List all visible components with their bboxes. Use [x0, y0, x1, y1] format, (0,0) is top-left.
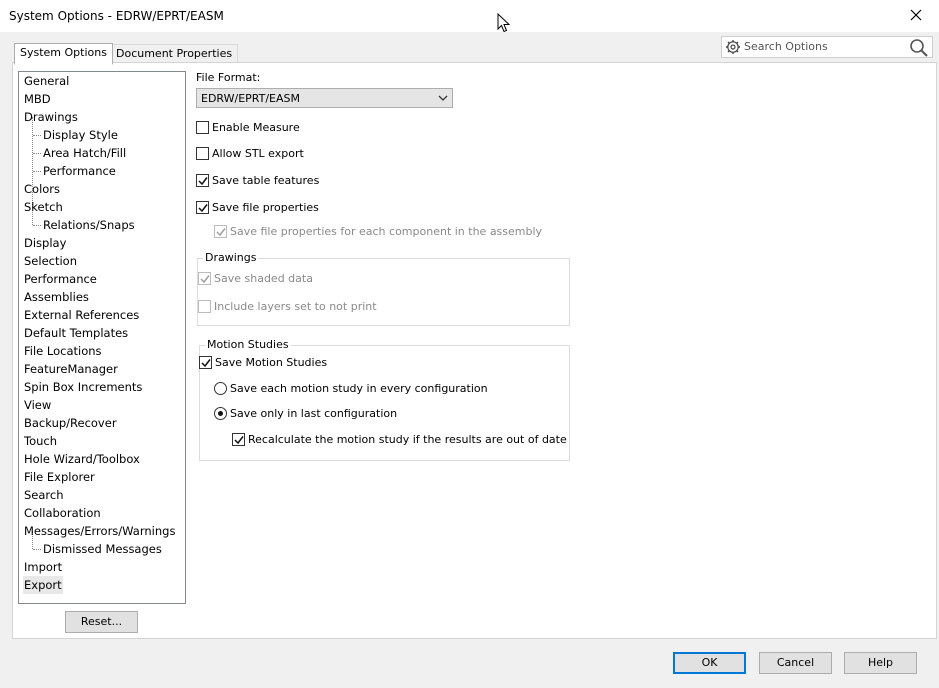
tree-item-display[interactable]: Display	[23, 234, 67, 252]
search-box[interactable]: Search Options	[721, 36, 933, 58]
tree-item-relations-snaps[interactable]: Relations/Snaps	[42, 216, 136, 234]
tree-item-area-hatch-fill[interactable]: Area Hatch/Fill	[42, 144, 127, 162]
title-bar: System Options - EDRW/EPRT/EASM	[0, 0, 939, 32]
tree-item-colors[interactable]: Colors	[23, 180, 61, 198]
save-each-config-label: Save each motion study in every configur…	[230, 382, 488, 395]
allow-stl-checkbox[interactable]	[196, 147, 209, 160]
tree-connector	[33, 135, 41, 136]
chevron-down-icon	[438, 95, 448, 101]
recalculate-checkbox[interactable]	[232, 433, 245, 446]
checkmark-icon	[200, 275, 210, 284]
tab-document-properties[interactable]: Document Properties	[110, 44, 239, 64]
tree-item-featuremanager[interactable]: FeatureManager	[23, 360, 119, 378]
save-file-properties-each-checkbox	[214, 225, 227, 238]
mouse-cursor-icon	[497, 13, 511, 33]
help-button[interactable]: Help	[844, 652, 917, 674]
tree-item-display-style[interactable]: Display Style	[42, 126, 119, 144]
search-icon[interactable]	[909, 38, 929, 58]
tree-item-collaboration[interactable]: Collaboration	[23, 504, 102, 522]
enable-measure-checkbox[interactable]	[196, 121, 209, 134]
save-shaded-data-label: Save shaded data	[214, 272, 313, 285]
close-button[interactable]	[893, 0, 939, 32]
save-table-features-checkbox[interactable]	[196, 174, 209, 187]
gear-icon	[726, 40, 740, 54]
tree-item-assemblies[interactable]: Assemblies	[23, 288, 90, 306]
tree-item-file-explorer[interactable]: File Explorer	[23, 468, 96, 486]
search-input[interactable]: Search Options	[744, 40, 828, 53]
save-shaded-data-checkbox	[198, 272, 211, 285]
drawings-group	[197, 258, 570, 326]
tree-item-mbd[interactable]: MBD	[23, 90, 52, 108]
cancel-button[interactable]: Cancel	[759, 652, 832, 674]
tree-item-view[interactable]: View	[23, 396, 52, 414]
tree-connector	[33, 171, 41, 172]
drawings-group-title: Drawings	[203, 251, 259, 264]
window-title: System Options - EDRW/EPRT/EASM	[9, 9, 224, 23]
tree-item-dismissed-messages[interactable]: Dismissed Messages	[42, 540, 163, 558]
checkmark-icon	[234, 436, 244, 445]
tree-connector	[33, 225, 41, 226]
tab-system-options[interactable]: System Options	[14, 43, 113, 65]
tree-item-spin-box-increments[interactable]: Spin Box Increments	[23, 378, 143, 396]
radio-dot	[218, 411, 223, 416]
tree-item-search[interactable]: Search	[23, 486, 65, 504]
file-format-label: File Format:	[196, 71, 261, 84]
reset-button[interactable]: Reset...	[65, 611, 138, 633]
tree-item-general[interactable]: General	[23, 72, 70, 90]
file-format-value: EDRW/EPRT/EASM	[201, 92, 300, 105]
tree-item-export[interactable]: Export	[23, 576, 63, 594]
tree-item-selection[interactable]: Selection	[23, 252, 78, 270]
tree-item-import[interactable]: Import	[23, 558, 63, 576]
save-file-properties-each-label: Save file properties for each component …	[230, 225, 543, 238]
tree-item-drawings[interactable]: Drawings	[23, 108, 79, 126]
tree-item-performance[interactable]: Performance	[23, 270, 98, 288]
tree-connector	[33, 549, 41, 550]
enable-measure-label: Enable Measure	[212, 121, 300, 134]
save-table-features-label: Save table features	[212, 174, 320, 187]
tree-item-file-locations[interactable]: File Locations	[23, 342, 103, 360]
tree-item-external-references[interactable]: External References	[23, 306, 140, 324]
tree-item-sketch[interactable]: Sketch	[23, 198, 64, 216]
save-each-config-radio[interactable]	[214, 382, 227, 395]
checkmark-icon	[201, 359, 211, 368]
tree-item-hole-wizard-toolbox[interactable]: Hole Wizard/Toolbox	[23, 450, 141, 468]
include-layers-label: Include layers set to not print	[214, 300, 377, 313]
recalculate-label: Recalculate the motion study if the resu…	[248, 433, 567, 446]
file-format-select[interactable]: EDRW/EPRT/EASM	[196, 88, 453, 108]
checkmark-icon	[198, 204, 208, 213]
save-motion-studies-checkbox[interactable]	[199, 356, 212, 369]
save-last-config-radio[interactable]	[214, 407, 227, 420]
motion-studies-group-title: Motion Studies	[205, 338, 291, 351]
tree-item-default-templates[interactable]: Default Templates	[23, 324, 129, 342]
save-file-properties-checkbox[interactable]	[196, 201, 209, 214]
allow-stl-label: Allow STL export	[212, 147, 304, 160]
tree-item-backup-recover[interactable]: Backup/Recover	[23, 414, 118, 432]
save-motion-studies-label: Save Motion Studies	[215, 356, 328, 369]
options-tree[interactable]: General MBD Drawings Display Style Area …	[18, 71, 186, 604]
ok-button[interactable]: OK	[673, 652, 746, 674]
close-icon	[910, 9, 922, 21]
tree-item-drawings-performance[interactable]: Performance	[42, 162, 117, 180]
tree-item-touch[interactable]: Touch	[23, 432, 58, 450]
include-layers-checkbox	[198, 300, 211, 313]
tree-item-messages-errors-warnings[interactable]: Messages/Errors/Warnings	[23, 522, 176, 540]
save-last-config-label: Save only in last configuration	[230, 407, 398, 420]
checkmark-icon	[198, 177, 208, 186]
save-file-properties-label: Save file properties	[212, 201, 319, 214]
checkmark-icon	[216, 228, 226, 237]
tree-connector	[33, 153, 41, 154]
